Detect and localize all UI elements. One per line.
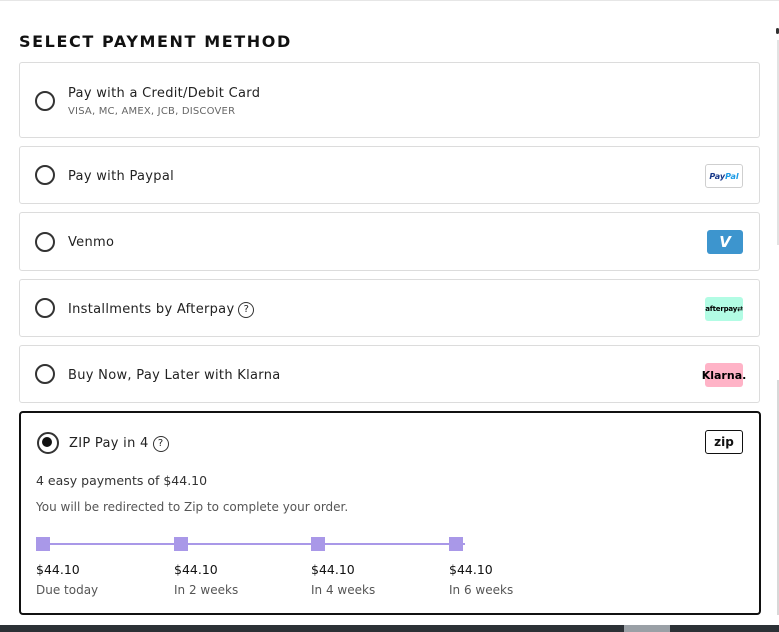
option-label: Pay with Paypal xyxy=(68,169,175,184)
option-label: Installments by Afterpay xyxy=(68,302,235,317)
card-brands-text: VISA, MC, AMEX, JCB, DISCOVER xyxy=(68,106,236,117)
option-label: Venmo xyxy=(68,235,115,250)
payment-timeline-track xyxy=(45,543,465,545)
payment-option-afterpay[interactable]: Installments by Afterpay? afterpay⇄ xyxy=(19,279,760,337)
option-label: ZIP Pay in 4 xyxy=(69,436,149,451)
option-label-wrap: ZIP Pay in 4? xyxy=(69,436,169,452)
payment-marker xyxy=(174,537,188,551)
payment-option-venmo[interactable]: Venmo V xyxy=(19,212,760,271)
payment-amount: $44.10 xyxy=(311,562,355,577)
payment-marker xyxy=(311,537,325,551)
payment-option-paypal[interactable]: Pay with Paypal Pay Pal xyxy=(19,146,760,204)
zip-summary: 4 easy payments of $44.10 xyxy=(36,473,208,488)
payment-option-card[interactable]: Pay with a Credit/Debit Card VISA, MC, A… xyxy=(19,62,760,138)
help-icon[interactable]: ? xyxy=(238,302,255,318)
help-icon[interactable]: ? xyxy=(152,436,169,452)
option-label: Buy Now, Pay Later with Klarna xyxy=(68,368,281,383)
payment-option-zip[interactable]: ZIP Pay in 4? zip 4 easy payments of $44… xyxy=(19,411,761,615)
payment-amount: $44.10 xyxy=(36,562,80,577)
klarna-logo-icon: Klarna. xyxy=(702,363,746,387)
payment-amount: $44.10 xyxy=(174,562,218,577)
payment-marker xyxy=(36,537,50,551)
radio-klarna[interactable] xyxy=(35,364,55,384)
top-border xyxy=(0,0,779,1)
paypal-logo-icon: Pay Pal xyxy=(705,164,743,188)
payment-due: Due today xyxy=(36,583,99,597)
option-label: Pay with a Credit/Debit Card xyxy=(68,86,261,101)
venmo-logo-icon: V xyxy=(707,230,743,254)
zip-logo-icon: zip xyxy=(705,430,743,454)
bottom-bar-segment xyxy=(624,625,670,632)
payment-due: In 4 weeks xyxy=(311,583,376,597)
radio-card[interactable] xyxy=(35,91,55,111)
section-title: SELECT PAYMENT METHOD xyxy=(19,32,292,51)
radio-afterpay[interactable] xyxy=(35,298,55,318)
zip-redirect-note: You will be redirected to Zip to complet… xyxy=(36,500,349,514)
option-label-wrap: Installments by Afterpay? xyxy=(68,302,255,318)
payment-amount: $44.10 xyxy=(449,562,493,577)
radio-zip-selected[interactable] xyxy=(37,432,59,454)
payment-marker xyxy=(449,537,463,551)
payment-due: In 6 weeks xyxy=(449,583,514,597)
payment-due: In 2 weeks xyxy=(174,583,239,597)
radio-venmo[interactable] xyxy=(35,232,55,252)
radio-paypal[interactable] xyxy=(35,165,55,185)
payment-option-klarna[interactable]: Buy Now, Pay Later with Klarna Klarna. xyxy=(19,345,760,403)
afterpay-logo-icon: afterpay⇄ xyxy=(705,297,743,321)
